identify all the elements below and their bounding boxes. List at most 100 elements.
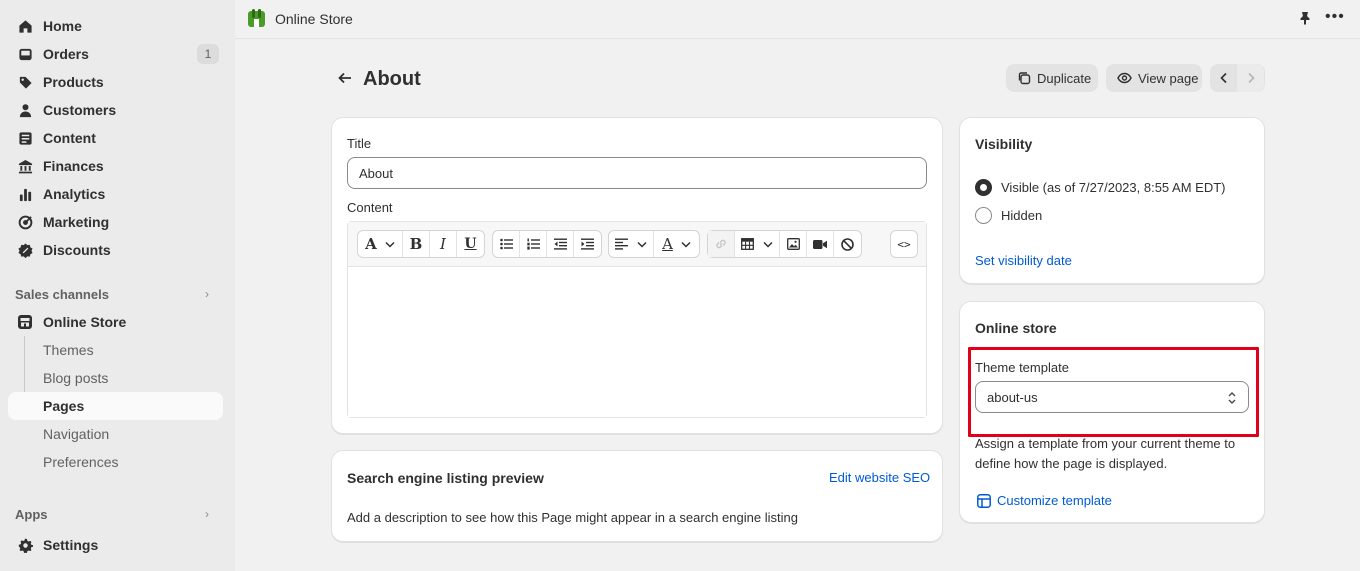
topbar: Online Store ••• — [235, 0, 1360, 39]
visibility-card-title: Visibility — [975, 136, 1033, 152]
orders-icon — [17, 46, 33, 62]
show-html-button[interactable]: <> — [891, 231, 917, 257]
content-label: Content — [347, 200, 393, 215]
previous-page-button[interactable] — [1210, 64, 1237, 92]
insert-image-button[interactable] — [780, 231, 807, 257]
layout-icon — [977, 493, 991, 508]
hidden-radio-option[interactable]: Hidden — [975, 205, 1042, 225]
apps-heading[interactable]: Apps — [15, 507, 48, 522]
sales-channels-heading[interactable]: Sales channels — [15, 287, 109, 302]
insert-video-button[interactable] — [807, 231, 834, 257]
hidden-radio-label: Hidden — [1001, 207, 1043, 223]
sidebar-item-analytics[interactable]: Analytics — [8, 180, 223, 208]
rich-text-editor: A B I U A <> — [347, 221, 927, 418]
customize-template-label: Customize template — [997, 493, 1112, 508]
sidebar-item-marketing[interactable]: Marketing — [8, 208, 223, 236]
sidebar-item-label: Products — [43, 74, 104, 90]
set-visibility-date-link[interactable]: Set visibility date — [975, 253, 1072, 268]
sidebar-subitem-navigation[interactable]: Navigation — [8, 420, 223, 448]
font-icon: A — [365, 235, 377, 253]
indent-button[interactable] — [574, 231, 601, 257]
editor-content-area[interactable] — [348, 268, 926, 417]
bold-button[interactable]: B — [403, 231, 430, 257]
hidden-radio[interactable] — [975, 206, 992, 224]
person-icon — [17, 102, 33, 118]
italic-button[interactable]: I — [430, 231, 457, 257]
topbar-title: Online Store — [275, 11, 353, 27]
home-icon — [17, 18, 33, 34]
table-dropdown[interactable] — [735, 231, 780, 257]
link-icon — [716, 239, 726, 249]
back-arrow-icon[interactable] — [337, 70, 355, 88]
chevron-down-icon — [385, 241, 395, 248]
tag-icon — [17, 74, 33, 90]
visible-radio[interactable] — [975, 178, 992, 196]
indent-icon — [581, 238, 594, 250]
chevron-right-icon[interactable]: › — [205, 507, 209, 521]
numbered-list-button[interactable] — [520, 231, 547, 257]
sidebar-item-customers[interactable]: Customers — [8, 96, 223, 124]
clear-formatting-button[interactable] — [834, 231, 861, 257]
view-page-label: View page — [1138, 70, 1199, 86]
content-icon — [17, 130, 33, 146]
edit-seo-link[interactable]: Edit website SEO — [829, 470, 930, 485]
next-page-button[interactable] — [1237, 64, 1264, 92]
sidebar-subitem-label: Blog posts — [43, 370, 109, 386]
link-button[interactable] — [708, 231, 735, 257]
alignment-dropdown[interactable] — [609, 231, 654, 257]
editor-toolbar: A B I U A <> — [348, 222, 926, 267]
bar-chart-icon — [17, 186, 33, 202]
duplicate-label: Duplicate — [1037, 70, 1092, 86]
eye-icon — [1117, 71, 1132, 85]
more-actions-icon[interactable]: ••• — [1325, 8, 1345, 26]
sidebar-item-content[interactable]: Content — [8, 124, 223, 152]
sidebar-subitem-blog-posts[interactable]: Blog posts — [8, 364, 223, 392]
title-input-value: About — [359, 165, 393, 181]
toolbar-group-text-style: A B I U — [357, 230, 485, 258]
chevron-down-icon — [637, 241, 647, 248]
sidebar-item-home[interactable]: Home — [8, 12, 223, 40]
sidebar-item-discounts[interactable]: Discounts — [8, 236, 223, 264]
highlight-annotation-box — [968, 347, 1259, 437]
pin-icon[interactable] — [1298, 11, 1312, 28]
sidebar-item-online-store[interactable]: Online Store — [8, 308, 223, 336]
duplicate-button[interactable]: Duplicate — [1006, 64, 1098, 92]
theme-template-description: Assign a template from your current them… — [975, 436, 1236, 471]
font-style-dropdown[interactable]: A — [358, 231, 403, 257]
sidebar-item-settings[interactable]: Settings — [8, 531, 223, 559]
pagination — [1210, 64, 1265, 92]
outdent-button[interactable] — [547, 231, 574, 257]
sidebar-item-label: Analytics — [43, 186, 106, 202]
image-icon — [786, 238, 800, 250]
sidebar-item-products[interactable]: Products — [8, 68, 223, 96]
chevron-left-icon — [1219, 72, 1227, 84]
bullet-list-button[interactable] — [493, 231, 520, 257]
chevron-right-icon[interactable]: › — [205, 287, 209, 301]
sidebar-item-label: Settings — [43, 537, 99, 553]
table-icon — [741, 238, 754, 250]
video-icon — [813, 239, 827, 249]
text-color-icon: A — [662, 235, 673, 253]
bold-icon: B — [409, 235, 423, 253]
seo-card-title: Search engine listing preview — [347, 470, 544, 486]
customize-template-link[interactable]: Customize template — [977, 493, 1112, 508]
underline-button[interactable]: U — [457, 231, 484, 257]
title-label: Title — [347, 136, 372, 151]
sidebar-subitem-preferences[interactable]: Preferences — [8, 448, 223, 476]
duplicate-icon — [1017, 71, 1031, 85]
page-title: About — [363, 68, 421, 90]
visible-radio-option[interactable]: Visible (as of 7/27/2023, 8:55 AM EDT) — [975, 177, 1226, 197]
sidebar-subitem-themes[interactable]: Themes — [8, 336, 223, 364]
view-page-button[interactable]: View page — [1106, 64, 1202, 92]
clear-formatting-icon — [841, 237, 854, 251]
seo-card — [331, 450, 943, 542]
sidebar-item-orders[interactable]: Orders 1 — [8, 40, 223, 68]
sidebar-subitem-label: Navigation — [43, 426, 110, 442]
sidebar-subitem-pages[interactable]: Pages — [8, 392, 223, 420]
sidebar-subitem-label: Pages — [43, 398, 85, 414]
sidebar-item-finances[interactable]: Finances — [8, 152, 223, 180]
text-color-dropdown[interactable]: A — [654, 231, 699, 257]
title-input[interactable]: About — [347, 157, 927, 189]
toolbar-group-html: <> — [890, 230, 918, 258]
toolbar-group-lists — [492, 230, 602, 258]
